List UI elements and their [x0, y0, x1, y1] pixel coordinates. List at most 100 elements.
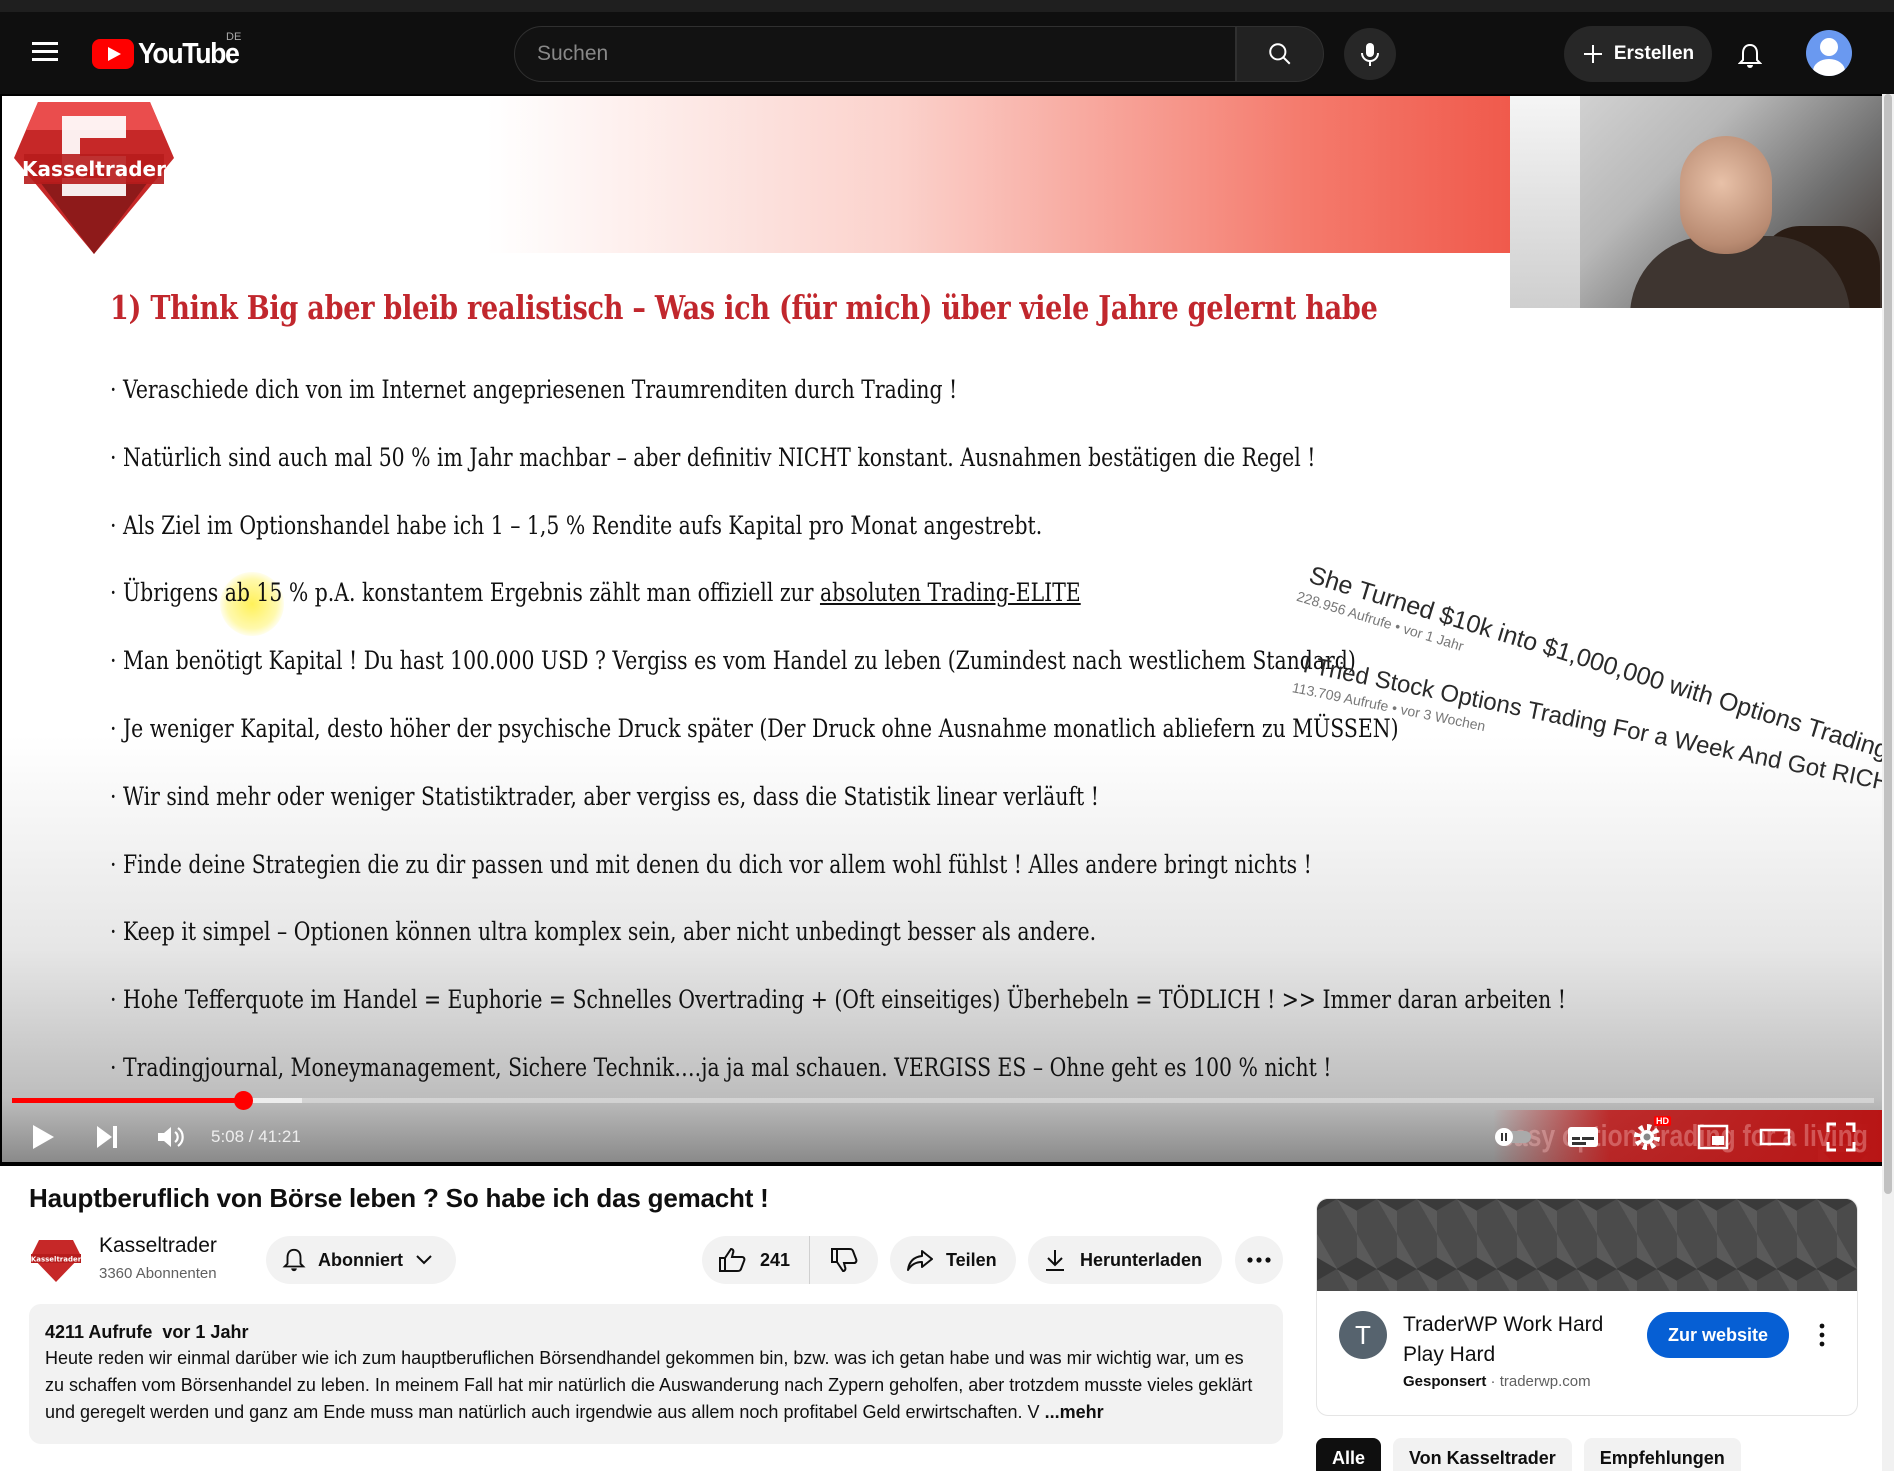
description-box[interactable]: 4211 Aufrufe vor 1 Jahr Heute reden wir …: [29, 1304, 1283, 1444]
volume-icon: [158, 1127, 184, 1147]
miniplayer-icon: [1697, 1124, 1729, 1150]
webcam-overlay: [1510, 96, 1882, 308]
next-button[interactable]: [86, 1116, 128, 1158]
time-display: 5:08 / 41:21: [211, 1127, 301, 1146]
slide-bullets: · Veraschiede dich von im Internet angep…: [110, 372, 1610, 1118]
video-title: Hauptberuflich von Börse leben ? So habe…: [29, 1183, 769, 1213]
slide-banner: [487, 96, 1510, 253]
slide-bullet: · Als Ziel im Optionshandel habe ich 1 –…: [110, 510, 1043, 541]
download-icon: [1046, 1250, 1064, 1271]
more-horizontal-icon: [1247, 1257, 1271, 1263]
theater-icon: [1759, 1128, 1791, 1146]
next-icon: [97, 1126, 117, 1148]
chip-recommendations[interactable]: Empfehlungen: [1583, 1438, 1741, 1471]
subtitles-button[interactable]: [1562, 1116, 1604, 1158]
download-button[interactable]: Herunterladen: [1028, 1236, 1222, 1284]
account-avatar[interactable]: [1806, 30, 1852, 76]
ad-title[interactable]: TraderWP Work Hard Play Hard: [1403, 1310, 1633, 1370]
subscribed-button[interactable]: Abonniert: [266, 1236, 456, 1284]
chevron-down-icon: [416, 1255, 432, 1265]
share-icon: [907, 1250, 933, 1271]
download-label: Herunterladen: [1080, 1249, 1203, 1270]
slide-bullet: · Finde deine Strategien die zu dir pass…: [110, 849, 1312, 880]
kasseltrader-logo: Kasseltrader: [14, 102, 174, 254]
ad-menu-button[interactable]: [1807, 1317, 1837, 1353]
fullscreen-button[interactable]: [1820, 1116, 1862, 1158]
ad-domain: traderwp.com: [1499, 1373, 1591, 1390]
slide-bullet: · Keep it simpel – Optionen können ultra…: [110, 917, 1097, 948]
scrollbar-thumb[interactable]: [1884, 94, 1892, 1194]
progress-bar[interactable]: [12, 1091, 1874, 1110]
subscriber-count: 3360 Abonnenten: [99, 1265, 217, 1282]
video-player[interactable]: Kasseltrader 1) Think Big aber bleib rea…: [0, 94, 1894, 1166]
hd-badge: HD: [1654, 1116, 1671, 1126]
ad-sponsor-line: Gesponsert · traderwp.com: [1403, 1373, 1591, 1390]
dislike-button[interactable]: [810, 1236, 878, 1284]
mic-icon: [1361, 43, 1379, 66]
thumbs-up-icon: [719, 1247, 746, 1272]
menu-icon[interactable]: [30, 38, 60, 68]
miniplayer-button[interactable]: [1692, 1116, 1734, 1158]
slide-bullet: · Übrigens ab 15 % p.A. konstantem Ergeb…: [110, 575, 1310, 643]
fullscreen-icon: [1826, 1122, 1856, 1152]
ad-card[interactable]: T TraderWP Work Hard Play Hard Gesponser…: [1316, 1198, 1858, 1416]
plus-icon: [1583, 45, 1602, 63]
share-label: Teilen: [946, 1249, 997, 1270]
more-actions-button[interactable]: [1235, 1236, 1283, 1284]
voice-search-button[interactable]: [1344, 28, 1396, 80]
create-label: Erstellen: [1613, 43, 1695, 64]
slide-bullet: · Man benötigt Kapital ! Du hast 100.000…: [110, 646, 1356, 677]
bullet-text: · Übrigens ab 15 % p.A. konstantem Ergeb…: [110, 578, 814, 609]
slide-bullet: · Natürlich sind auch mal 50 % im Jahr m…: [110, 442, 1316, 473]
video-bottom-banner-text: easy optionstrading for a living: [1500, 1118, 1868, 1153]
create-button[interactable]: Erstellen: [1564, 26, 1712, 82]
youtube-play-icon: [92, 39, 134, 69]
autoplay-toggle-icon: [1495, 1128, 1531, 1146]
ad-avatar[interactable]: T: [1339, 1311, 1387, 1359]
slide-bullet: · Je weniger Kapital, desto höher der ps…: [110, 713, 1399, 744]
played-bar: [12, 1098, 244, 1103]
slide-bullet: · Hohe Tefferquote im Handel = Euphorie …: [110, 985, 1566, 1016]
like-button[interactable]: 241: [702, 1236, 810, 1284]
subscribed-label: Abonniert: [318, 1249, 403, 1270]
country-code: DE: [226, 31, 242, 43]
bell-icon: [282, 1248, 306, 1272]
search-button[interactable]: [1236, 26, 1324, 82]
player-controls: easy optionstrading for a living 5:08 / …: [0, 1110, 1894, 1162]
bullet-underlined: absoluten Trading-ELITE: [819, 578, 1081, 609]
settings-button[interactable]: HD: [1626, 1116, 1671, 1158]
description-more-link[interactable]: ...mehr: [1045, 1402, 1104, 1422]
channel-name[interactable]: Kasseltrader: [99, 1234, 217, 1258]
channel-avatar-text: Kasseltrader: [31, 1256, 82, 1264]
logo-text: YouTube: [138, 37, 240, 70]
autoplay-toggle[interactable]: [1492, 1116, 1534, 1158]
play-icon: [33, 1125, 54, 1149]
share-button[interactable]: Teilen: [890, 1236, 1016, 1284]
bell-icon: [1738, 43, 1762, 68]
channel-avatar[interactable]: Kasseltrader: [29, 1232, 83, 1286]
slide-bullet: · Tradingjournal, Moneymanagement, Siche…: [110, 1052, 1332, 1083]
play-button[interactable]: [22, 1116, 64, 1158]
video-frame[interactable]: Kasseltrader 1) Think Big aber bleib rea…: [2, 96, 1882, 1162]
theater-mode-button[interactable]: [1754, 1116, 1796, 1158]
description-meta: 4211 Aufrufe vor 1 Jahr: [45, 1322, 1267, 1343]
mute-button[interactable]: [150, 1116, 192, 1158]
slide-logo-text: Kasseltrader: [22, 157, 166, 181]
masthead: YouTube DE Suchen Erstellen: [0, 12, 1894, 94]
scrubber-handle[interactable]: [234, 1091, 254, 1110]
subtitles-icon: [1568, 1127, 1598, 1147]
window-top-edge: [0, 0, 1894, 12]
youtube-logo[interactable]: YouTube DE: [92, 31, 247, 71]
search-input[interactable]: Suchen: [514, 26, 1236, 82]
view-count: 4211 Aufrufe: [45, 1322, 153, 1342]
slide-bullet: · Wir sind mehr oder weniger Statistiktr…: [110, 781, 1099, 812]
chip-from-channel[interactable]: Von Kasseltrader: [1393, 1438, 1572, 1471]
ad-cta-button[interactable]: Zur website: [1647, 1312, 1789, 1358]
notifications-button[interactable]: [1726, 32, 1774, 80]
filter-chips: Alle Von Kasseltrader Empfehlungen: [1316, 1438, 1741, 1471]
chip-all[interactable]: Alle: [1316, 1438, 1382, 1471]
ad-banner-image[interactable]: [1317, 1199, 1857, 1291]
like-dislike-group: 241: [702, 1236, 878, 1284]
sponsored-label: Gesponsert: [1403, 1373, 1487, 1390]
more-vertical-icon: [1819, 1323, 1825, 1347]
